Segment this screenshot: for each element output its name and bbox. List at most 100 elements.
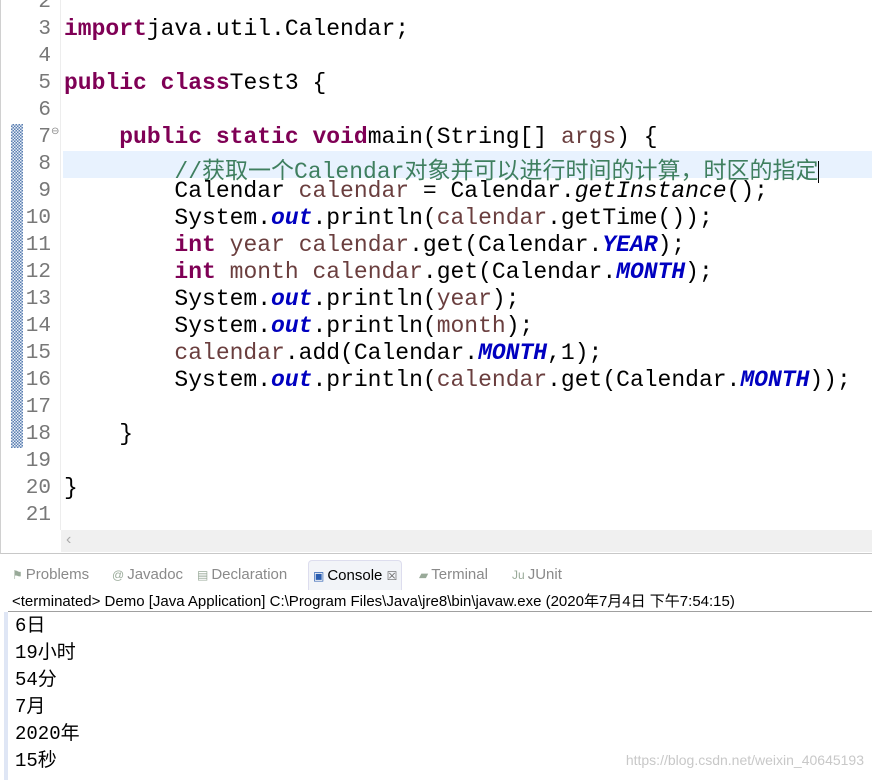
code-token: void [312,124,368,150]
line-number: 4 [38,45,51,68]
code-token: args [560,124,617,150]
code-token: year [436,286,492,312]
code-line: System.out.println(month); [64,313,533,340]
line-number: 6 [38,99,51,122]
line-number: 8 [38,153,51,176]
console-output-line: 54分 [15,669,57,691]
tab-problems[interactable]: ⚑ Problems [12,560,89,590]
code-token: out [271,205,313,231]
tab-declaration[interactable]: ▤ Declaration [197,560,287,590]
code-token: public [119,124,203,150]
code-token: ); [491,286,520,312]
code-token: } [64,421,134,447]
console-output-line: 15秒 [15,750,57,772]
line-number: 21 [25,504,51,527]
code-token: YEAR [602,232,658,258]
code-line: Calendar calendar = Calendar.getInstance… [64,178,768,205]
code-token: int [174,259,216,285]
code-line: calendar.add(Calendar.MONTH,1); [64,340,602,367]
code-token: main(String[] [367,124,561,150]
tab-junit[interactable]: Ju JUnit [512,560,562,590]
code-token: MONTH [740,367,810,393]
console-icon: ▣ [313,569,325,583]
line-number: 3 [38,18,51,41]
line-number: 7 [38,126,51,149]
code-token: .println( [312,367,437,393]
code-line: } [64,475,78,502]
line-number: 9 [38,180,51,203]
code-line: public static voidmain(String[] args) { [64,124,658,151]
code-line: System.out.println(calendar.get(Calendar… [64,367,851,394]
line-number: 5 [38,72,51,95]
code-token: class [160,70,230,96]
console-output-line: 19小时 [15,642,76,664]
close-icon[interactable]: ☒ [387,569,398,583]
terminal-icon: ▰ [419,568,429,582]
code-token: (); [726,178,768,204]
fold-icon[interactable]: ⊖ [51,126,59,137]
code-token: import [64,16,147,42]
console-ruler [4,612,8,780]
divider [8,611,872,612]
code-token: ,1); [547,340,603,366]
code-token: int [174,232,216,258]
horizontal-scrollbar[interactable]: ‹ [61,530,872,552]
code-token: month [436,313,506,339]
tab-console[interactable]: ▣ Console ☒ [308,560,403,590]
console-output-line: 2020年 [15,723,80,745]
tab-label: Console [327,567,383,584]
javadoc-icon: @ [112,568,125,582]
code-token: ) { [616,124,658,150]
code-token: .println( [312,286,437,312]
problems-icon: ⚑ [12,568,23,582]
code-token: ); [657,232,686,258]
line-number: 11 [25,234,51,257]
code-line: importjava.util.Calendar; [64,16,409,43]
code-line: int month calendar.get(Calendar.MONTH); [64,259,713,286]
tab-terminal[interactable]: ▰ Terminal [419,560,488,590]
code-editor[interactable]: importjava.util.Calendar; public classTes… [0,0,872,554]
line-number: 18 [25,423,51,446]
code-line: } [64,421,133,448]
code-token: calendar [436,367,548,393]
console-status: <terminated> Demo [Java Application] C:\… [12,593,735,610]
code-token: = Calendar. [409,178,575,204]
tab-label: Declaration [211,566,288,583]
code-token: static [215,124,299,150]
code-token: java.util.Calendar; [146,16,410,42]
code-line: System.out.println(year); [64,286,520,313]
code-token: year [229,232,285,258]
watermark: https://blog.csdn.net/weixin_40645193 [625,752,864,768]
code-token: System. [64,313,272,339]
tab-javadoc[interactable]: @ Javadoc [112,560,183,590]
code-token: MONTH [616,259,686,285]
declaration-icon: ▤ [197,568,209,582]
code-token: MONTH [478,340,548,366]
code-line: public classTest3 { [64,70,326,97]
scroll-left-icon[interactable]: ‹ [66,531,71,549]
tab-label: Javadoc [127,566,184,583]
line-number: 2 [38,0,51,14]
code-token: month [229,259,299,285]
tab-label: JUnit [527,566,562,583]
tab-label: Problems [25,566,90,583]
line-number: 19 [25,450,51,473]
code-token: )); [809,367,851,393]
console-output-line: 6日 [15,615,46,637]
code-line: System.out.println(calendar.getTime()); [64,205,713,232]
code-token: .get(Calendar. [422,259,617,285]
code-token: .getTime()); [547,205,713,231]
code-token: out [271,367,313,393]
line-number: 20 [25,477,51,500]
code-token: .println( [312,205,437,231]
code-token: .get(Calendar. [547,367,741,393]
line-number: 17 [25,396,51,419]
line-number: 12 [25,261,51,284]
code-token: System. [64,286,272,312]
code-token: ); [685,259,713,285]
code-token: .println( [312,313,437,339]
code-token: calendar [298,232,410,258]
code-token: .add(Calendar. [284,340,479,366]
